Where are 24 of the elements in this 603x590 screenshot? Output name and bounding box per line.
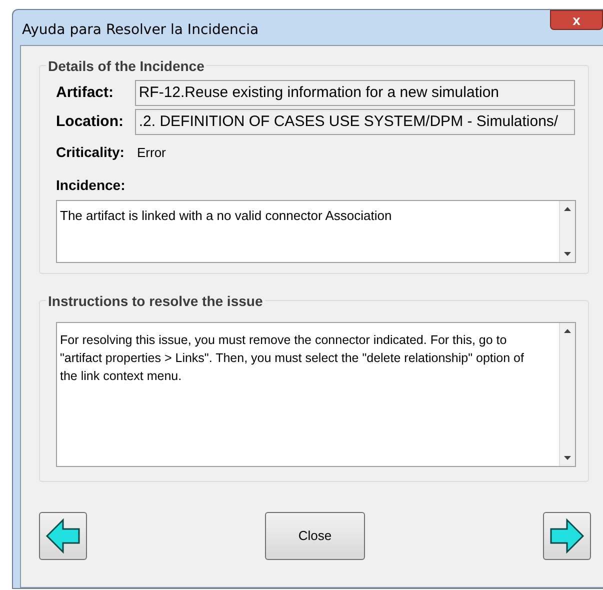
field-label: Criticality: <box>56 143 126 162</box>
text-field[interactable]: RF-12.Reuse existing information for a new simulation <box>134 80 575 106</box>
instructions-text: For resolving this issue, you must remove the connector indicated. For this, go to "artifact properties > Links". Then, you must select the "delete relationship" option of the link context menu. <box>59 332 525 385</box>
incidence-text-box[interactable]: The artifact is linked with a no valid connector Association <box>56 200 576 263</box>
close-dialog-button[interactable]: Close <box>265 512 365 560</box>
window-title: Ayuda para Resolver la Incidencia <box>22 21 259 40</box>
scroll-down-icon[interactable] <box>564 456 571 460</box>
scroll-up-icon[interactable] <box>564 207 571 211</box>
right-arrow-icon <box>549 516 585 556</box>
scroll-down-icon[interactable] <box>564 252 571 256</box>
next-button[interactable] <box>543 512 591 560</box>
field-label: Artifact: <box>56 82 115 103</box>
criticality-value: Error <box>137 144 166 162</box>
field-label: Location: <box>56 112 124 132</box>
left-arrow-icon <box>45 516 81 556</box>
previous-button[interactable] <box>39 512 87 560</box>
window-close-button[interactable]: x <box>550 10 603 30</box>
field-label: Incidence: <box>56 176 126 195</box>
incidence-text: The artifact is linked with a no valid connector Association <box>59 207 392 225</box>
instructions-text-box[interactable]: For resolving this issue, you must remove the connector indicated. For this, go to "artifact properties > Links". Then, you must select the "delete relationship" option of the link context menu. <box>56 322 576 467</box>
scrollbar[interactable] <box>559 323 575 466</box>
text-field[interactable]: .2. DEFINITION OF CASES USE SYSTEM/DPM - Simulations/ <box>134 109 575 135</box>
scroll-up-icon[interactable] <box>564 329 571 333</box>
scrollbar[interactable] <box>559 201 575 262</box>
